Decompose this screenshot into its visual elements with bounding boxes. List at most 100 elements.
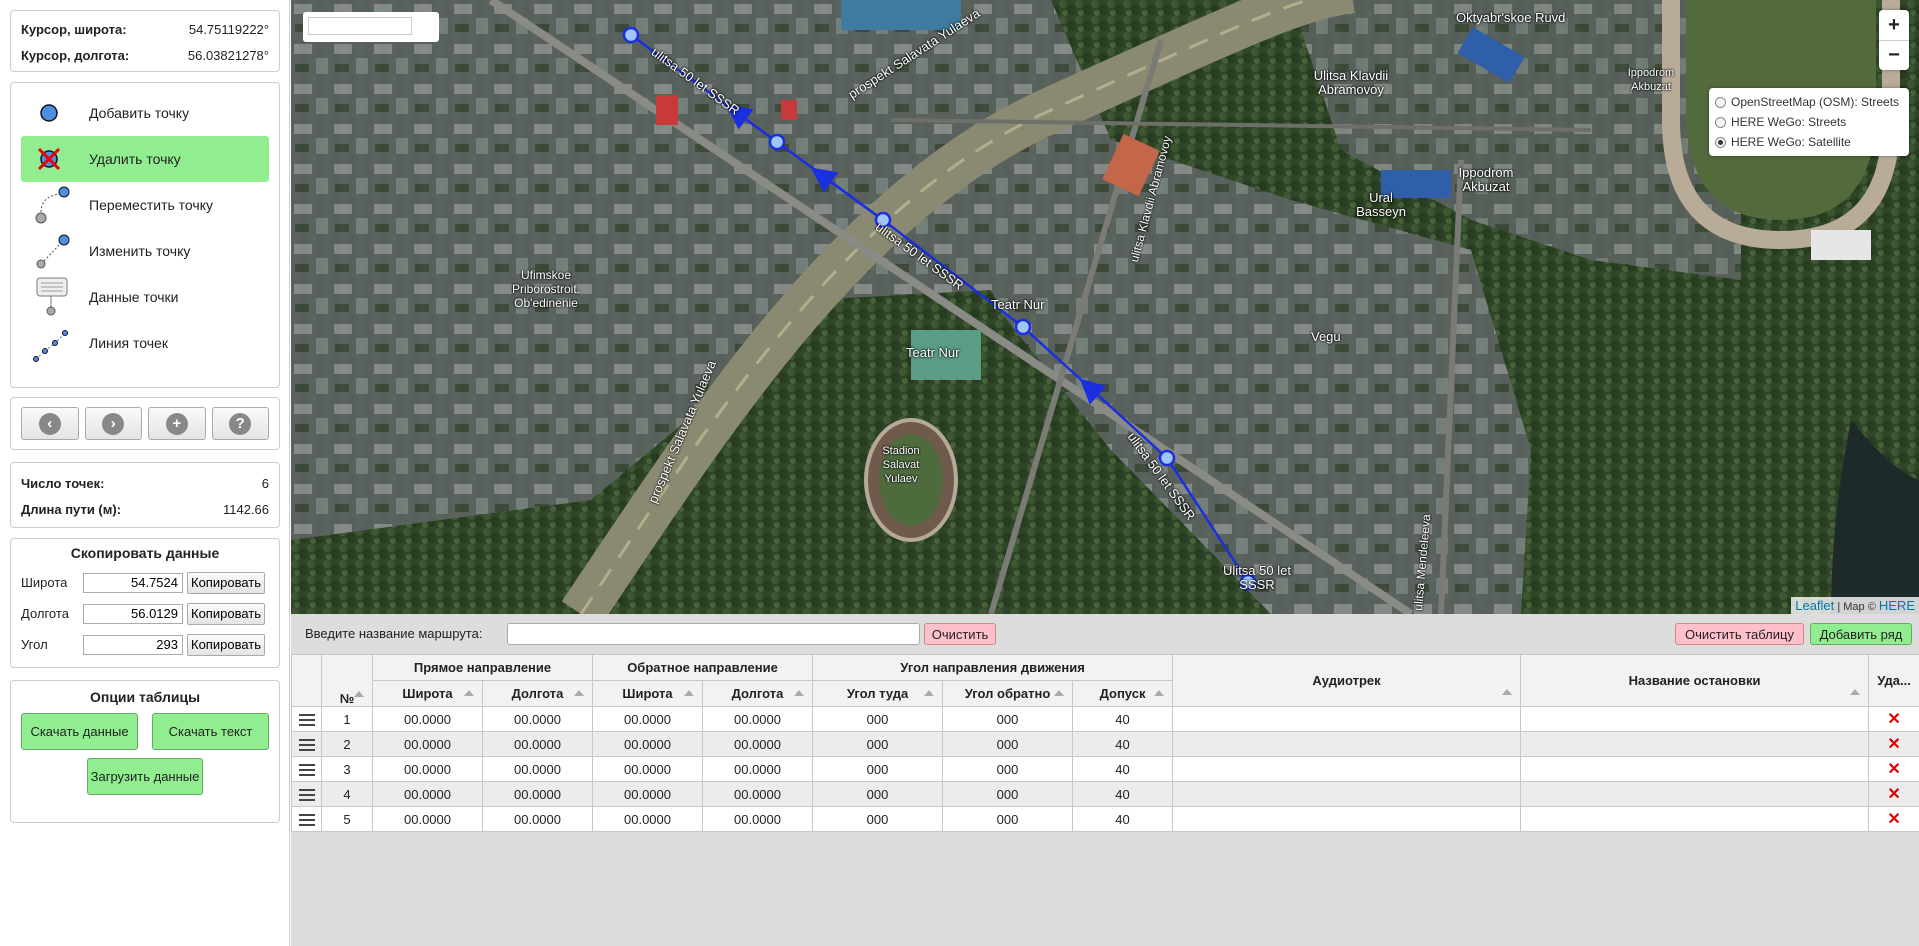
clear-table-button[interactable]: Очистить таблицу — [1675, 623, 1804, 645]
cell-lon2[interactable]: 00.0000 — [701, 706, 814, 732]
route-name-input[interactable] — [507, 623, 920, 645]
col-stop-name-header[interactable]: Название остановки — [1520, 654, 1870, 707]
cell-n[interactable]: 4 — [321, 781, 373, 807]
cell-a1[interactable]: 000 — [812, 706, 944, 732]
cell-lon1[interactable]: 00.0000 — [482, 806, 593, 832]
map[interactable]: Oktyabr'skoe Ruvd Ulitsa Klavdii Abramov… — [291, 0, 1919, 614]
tool-edit-point[interactable]: Изменить точку — [21, 228, 269, 274]
cell-n[interactable]: 5 — [321, 806, 373, 832]
col-audio-header[interactable]: Аудиотрек — [1172, 654, 1522, 707]
cell-lat1[interactable]: 00.0000 — [372, 806, 483, 832]
tool-delete-point[interactable]: Удалить точку — [21, 136, 269, 182]
delete-row-button[interactable]: ✕ — [1868, 731, 1919, 757]
tool-point-line[interactable]: Линия точек — [21, 320, 269, 366]
longitude-field[interactable] — [83, 603, 183, 624]
cell-lat2[interactable]: 00.0000 — [592, 781, 703, 807]
col-forward-lat-header[interactable]: Широта — [372, 680, 483, 707]
cell-stop[interactable] — [1520, 706, 1870, 732]
cell-lon2[interactable]: 00.0000 — [701, 731, 814, 757]
map-search-input[interactable] — [308, 17, 412, 35]
route-point-marker[interactable] — [1014, 318, 1032, 336]
angle-field[interactable] — [83, 634, 183, 655]
cell-tol[interactable]: 40 — [1072, 706, 1174, 732]
col-angle-forward-header[interactable]: Угол туда — [812, 680, 944, 707]
cell-audio[interactable] — [1172, 706, 1522, 732]
cell-tol[interactable]: 40 — [1072, 731, 1174, 757]
tool-point-data[interactable]: Данные точки — [21, 274, 269, 320]
cell-stop[interactable] — [1520, 731, 1870, 757]
cell-a2[interactable]: 000 — [942, 756, 1074, 782]
cell-stop[interactable] — [1520, 781, 1870, 807]
col-number-header[interactable]: № — [321, 654, 373, 707]
route-point-marker[interactable] — [1158, 449, 1176, 467]
cell-a2[interactable]: 000 — [942, 806, 1074, 832]
copy-angle-button[interactable]: Копировать — [187, 633, 265, 656]
tool-add-point[interactable]: Добавить точку — [21, 90, 269, 136]
cell-a1[interactable]: 000 — [812, 756, 944, 782]
drag-handle[interactable] — [291, 806, 322, 832]
cell-lat2[interactable]: 00.0000 — [592, 806, 703, 832]
radio-icon[interactable] — [1715, 96, 1726, 108]
route-point-marker[interactable] — [622, 26, 640, 44]
cell-lat2[interactable]: 00.0000 — [592, 706, 703, 732]
zoom-out-button[interactable]: − — [1879, 40, 1909, 70]
cell-a1[interactable]: 000 — [812, 806, 944, 832]
cell-n[interactable]: 1 — [321, 706, 373, 732]
col-delete-header[interactable]: Уда... — [1868, 654, 1919, 707]
cell-a2[interactable]: 000 — [942, 781, 1074, 807]
copy-latitude-button[interactable]: Копировать — [187, 571, 265, 594]
radio-icon[interactable] — [1715, 136, 1726, 148]
drag-handle[interactable] — [291, 706, 322, 732]
cell-lon1[interactable]: 00.0000 — [482, 781, 593, 807]
col-reverse-lon-header[interactable]: Долгота — [701, 680, 814, 707]
cell-tol[interactable]: 40 — [1072, 756, 1174, 782]
drag-handle[interactable] — [291, 781, 322, 807]
cell-a2[interactable]: 000 — [942, 706, 1074, 732]
cell-lon1[interactable]: 00.0000 — [482, 731, 593, 757]
cell-lat2[interactable]: 00.0000 — [592, 756, 703, 782]
copy-longitude-button[interactable]: Копировать — [187, 602, 265, 625]
delete-row-button[interactable]: ✕ — [1868, 806, 1919, 832]
drag-handle[interactable] — [291, 756, 322, 782]
delete-row-button[interactable]: ✕ — [1868, 781, 1919, 807]
layer-here-streets[interactable]: HERE WeGo: Streets — [1715, 112, 1903, 132]
cell-tol[interactable]: 40 — [1072, 781, 1174, 807]
cell-n[interactable]: 3 — [321, 756, 373, 782]
col-reverse-lat-header[interactable]: Широта — [592, 680, 703, 707]
cell-lon2[interactable]: 00.0000 — [701, 781, 814, 807]
add-button[interactable]: + — [148, 407, 206, 440]
add-row-button[interactable]: Добавить ряд — [1810, 623, 1912, 645]
delete-row-button[interactable]: ✕ — [1868, 756, 1919, 782]
cell-stop[interactable] — [1520, 806, 1870, 832]
cell-a2[interactable]: 000 — [942, 731, 1074, 757]
cell-stop[interactable] — [1520, 756, 1870, 782]
forward-button[interactable]: › — [84, 407, 142, 440]
drag-handle[interactable] — [291, 731, 322, 757]
zoom-in-button[interactable]: + — [1879, 10, 1909, 40]
cell-audio[interactable] — [1172, 806, 1522, 832]
here-link[interactable]: HERE — [1879, 598, 1915, 613]
cell-lon2[interactable]: 00.0000 — [701, 756, 814, 782]
col-angle-back-header[interactable]: Угол обратно — [942, 680, 1074, 707]
download-text-button[interactable]: Скачать текст — [152, 713, 269, 750]
cell-lat1[interactable]: 00.0000 — [372, 756, 483, 782]
cell-audio[interactable] — [1172, 756, 1522, 782]
cell-lat1[interactable]: 00.0000 — [372, 731, 483, 757]
col-tolerance-header[interactable]: Допуск — [1072, 680, 1174, 707]
cell-tol[interactable]: 40 — [1072, 806, 1174, 832]
back-button[interactable]: ‹ — [21, 407, 79, 440]
cell-a1[interactable]: 000 — [812, 731, 944, 757]
leaflet-link[interactable]: Leaflet — [1795, 598, 1834, 613]
cell-a1[interactable]: 000 — [812, 781, 944, 807]
help-button[interactable]: ? — [211, 407, 269, 440]
delete-row-button[interactable]: ✕ — [1868, 706, 1919, 732]
col-forward-lon-header[interactable]: Долгота — [482, 680, 593, 707]
tool-move-point[interactable]: Переместить точку — [21, 182, 269, 228]
cell-lat1[interactable]: 00.0000 — [372, 781, 483, 807]
upload-data-button[interactable]: Загрузить данные — [87, 758, 203, 795]
latitude-field[interactable] — [83, 572, 183, 593]
download-data-button[interactable]: Скачать данные — [21, 713, 138, 750]
cell-audio[interactable] — [1172, 781, 1522, 807]
cell-lat2[interactable]: 00.0000 — [592, 731, 703, 757]
radio-icon[interactable] — [1715, 116, 1726, 128]
